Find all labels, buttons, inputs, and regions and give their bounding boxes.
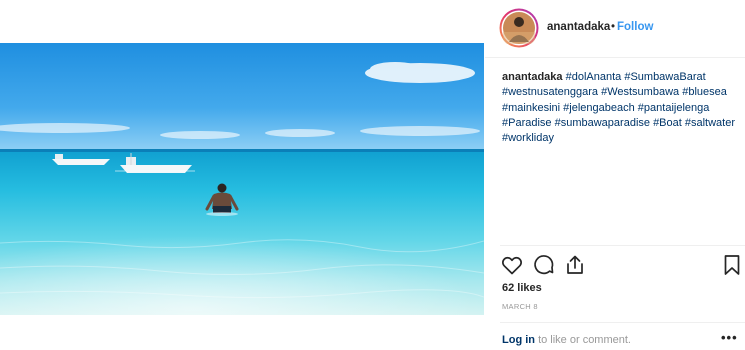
hashtag-link[interactable]: #jelengabeach [563, 102, 635, 114]
more-options-button[interactable]: ••• [721, 330, 738, 345]
divider [500, 245, 745, 246]
post-date[interactable]: MARCH 8 [502, 302, 538, 311]
divider [500, 322, 745, 323]
comment-prompt: Log in to like or comment. [502, 334, 631, 346]
heart-icon[interactable] [500, 253, 524, 277]
share-icon[interactable] [563, 253, 587, 277]
caption-username[interactable]: anantadaka [502, 71, 563, 83]
post-username[interactable]: anantadaka [547, 21, 610, 33]
post-header: anantadaka • Follow [485, 0, 745, 58]
hashtag-link[interactable]: #Boat [653, 117, 682, 129]
hashtag-link[interactable]: #Westsumbawa [601, 86, 679, 98]
hashtag-link[interactable]: #SumbawaBarat [624, 71, 705, 83]
hashtag-link[interactable]: #dolAnanta [566, 71, 622, 83]
comment-suffix: to like or comment. [538, 334, 631, 346]
avatar[interactable] [499, 8, 539, 48]
hashtag-link[interactable]: #sumbawaparadise [555, 117, 650, 129]
post-caption: anantadaka #dolAnanta #SumbawaBarat #wes… [502, 70, 740, 146]
action-bar [500, 253, 743, 277]
hashtag-link[interactable]: #pantaijelenga [638, 102, 710, 114]
hashtag-link[interactable]: #Paradise [502, 117, 552, 129]
bookmark-icon[interactable] [720, 253, 744, 277]
hashtag-link[interactable]: #workliday [502, 132, 554, 144]
follow-button[interactable]: Follow [617, 21, 653, 33]
avatar-image [499, 8, 539, 48]
separator-dot: • [611, 21, 616, 33]
hashtag-link[interactable]: #mainkesini [502, 102, 560, 114]
login-link[interactable]: Log in [502, 334, 535, 346]
post-image[interactable] [0, 43, 484, 315]
hashtag-link[interactable]: #saltwater [685, 117, 735, 129]
comment-icon[interactable] [532, 253, 556, 277]
hashtag-link[interactable]: #bluesea [682, 86, 727, 98]
beach-photo [0, 43, 484, 315]
hashtag-link[interactable]: #westnusatenggara [502, 86, 598, 98]
post-sidebar: anantadaka • Follow anantadaka #dolAnant… [485, 0, 745, 350]
likes-count[interactable]: 62 likes [502, 282, 542, 294]
